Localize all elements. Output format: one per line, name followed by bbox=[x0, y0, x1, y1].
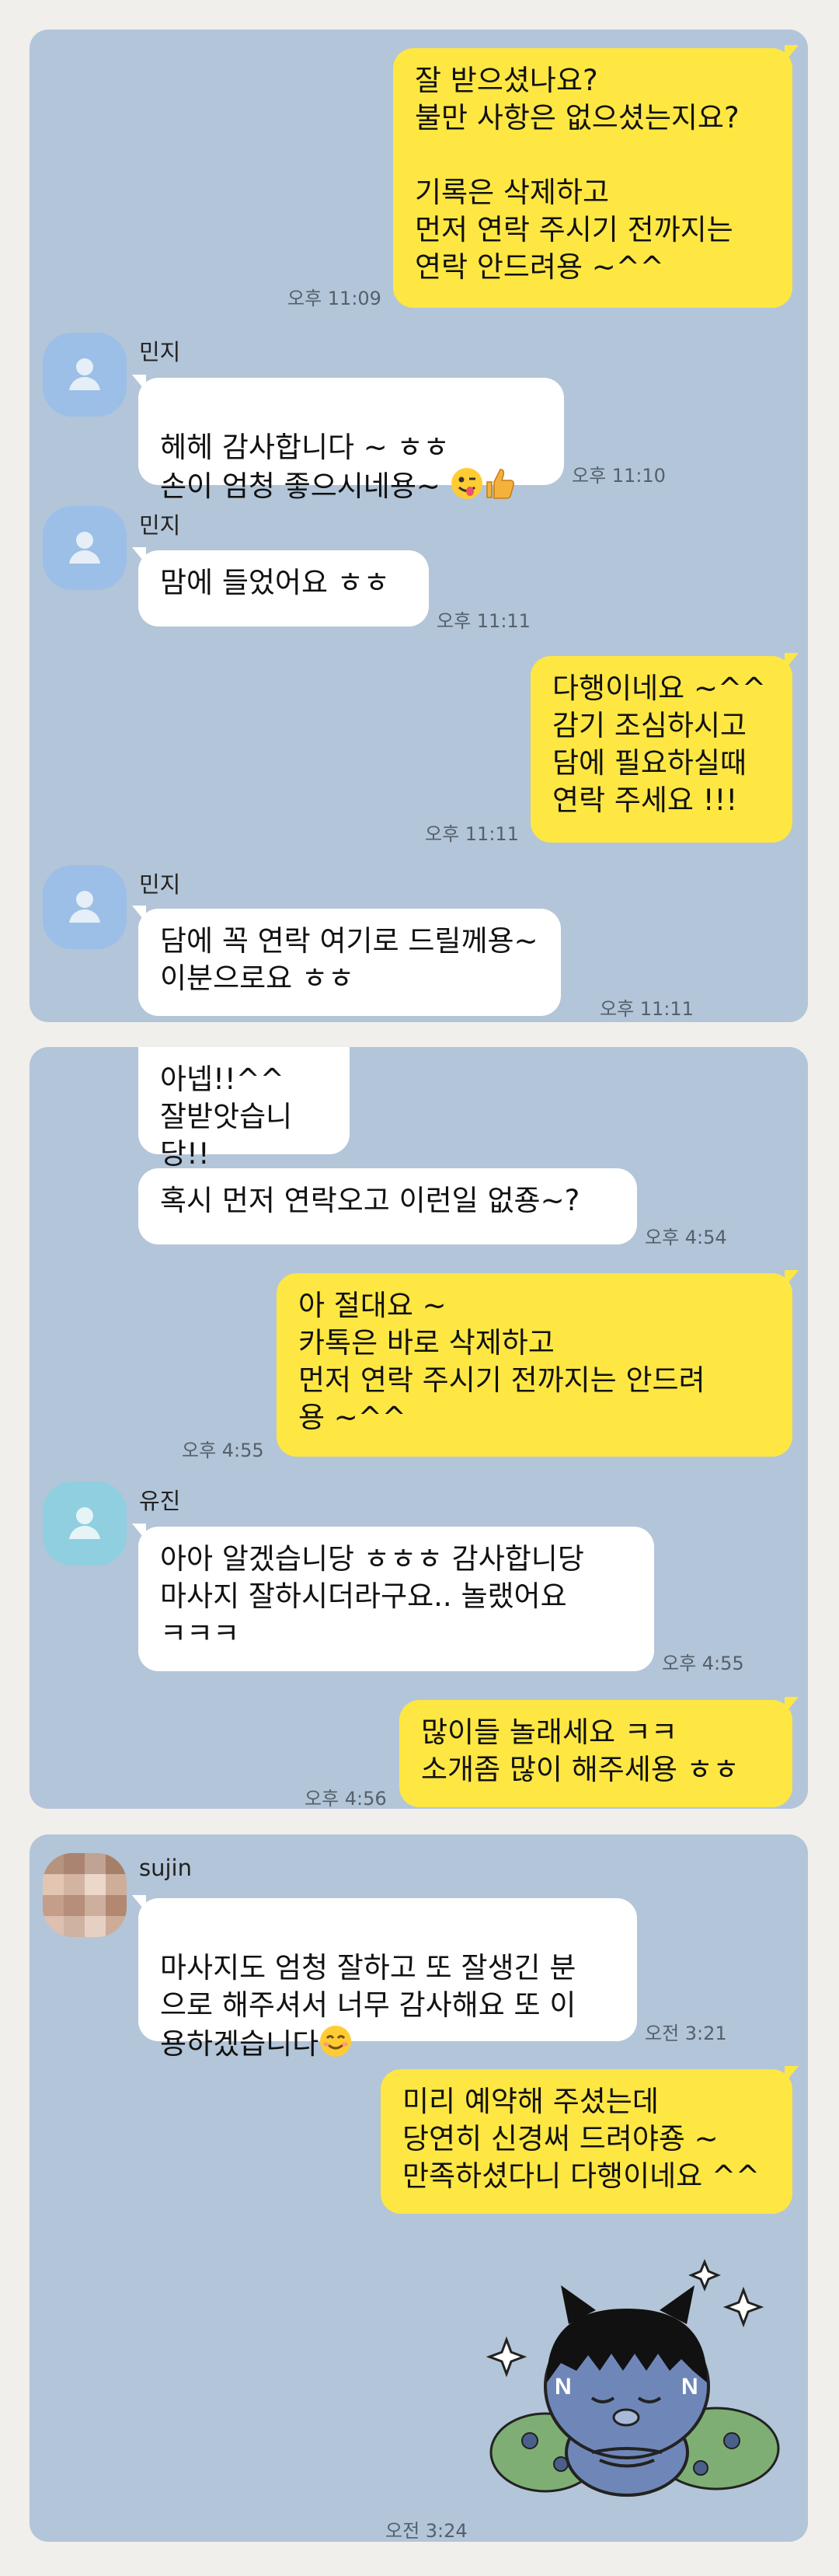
winking-tongue-emoji-icon bbox=[450, 466, 484, 510]
message-time: 오후 4:55 bbox=[662, 1653, 744, 1674]
incoming-message[interactable]: 마사지도 엄청 잘하고 또 잘생긴 분 으로 해주셔서 너무 감사해요 또 이 … bbox=[132, 1895, 637, 2061]
message-time: 오전 3:24 bbox=[385, 2520, 468, 2542]
outgoing-message[interactable]: 아 절대요 ~ 카톡은 바로 삭제하고 먼저 연락 주시기 전까지는 안드려 용… bbox=[277, 1270, 799, 1457]
avatar[interactable] bbox=[43, 506, 127, 590]
thumbs-up-emoji-icon bbox=[484, 466, 515, 510]
incoming-message[interactable]: 맘에 들었어요 ㅎㅎ bbox=[132, 547, 429, 627]
incoming-message[interactable]: 담에 꼭 연락 여기로 드릴께용~ 이분으로요 ㅎㅎ bbox=[132, 906, 561, 1016]
outgoing-message[interactable]: 잘 받으셨나요? 불만 사항은 없으셨는지요? 기록은 삭제하고 먼저 연락 주… bbox=[393, 45, 799, 308]
message-time: 오후 11:11 bbox=[437, 610, 531, 632]
incoming-message[interactable]: 아넵!!^^ 잘받앗습니당!! bbox=[138, 1047, 350, 1171]
message-time: 오전 3:21 bbox=[645, 2023, 727, 2044]
sender-name: 민지 bbox=[139, 339, 181, 365]
avatar[interactable] bbox=[43, 333, 127, 417]
incoming-message[interactable]: 혹시 먼저 연락오고 이런일 없죵~? bbox=[138, 1168, 637, 1244]
message-time: 오후 11:09 bbox=[287, 288, 381, 309]
sender-name: 민지 bbox=[139, 512, 181, 539]
smiling-emoji-icon bbox=[319, 2024, 353, 2068]
sender-name: 유진 bbox=[139, 1488, 181, 1514]
incoming-message[interactable]: 아아 알겠습니당 ㅎㅎㅎ 감사합니당 마사지 잘하시더라구요.. 놀랬어요 ㅋㅋ… bbox=[132, 1524, 654, 1671]
message-time: 오후 11:11 bbox=[425, 823, 519, 845]
svg-text:N: N bbox=[681, 2374, 698, 2400]
avatar[interactable] bbox=[43, 1482, 127, 1565]
chat-panel-1: 잘 받으셨나요? 불만 사항은 없으셨는지요? 기록은 삭제하고 먼저 연락 주… bbox=[30, 30, 808, 1022]
default-profile-icon bbox=[69, 358, 100, 390]
message-text: 마사지도 엄청 잘하고 또 잘생긴 분 으로 해주셔서 너무 감사해요 또 이 … bbox=[160, 1951, 576, 2061]
svg-text:N: N bbox=[555, 2374, 572, 2400]
incoming-message[interactable]: 헤헤 감사합니다 ~ ㅎㅎ 손이 엄청 좋으시네용~ bbox=[132, 375, 564, 503]
pixelated-photo bbox=[43, 1853, 127, 1937]
outgoing-message[interactable]: 많이들 놀래세요 ㅋㅋ 소개좀 많이 해주세용 ㅎㅎ bbox=[399, 1697, 799, 1807]
sender-name: 민지 bbox=[139, 871, 181, 898]
avatar[interactable] bbox=[43, 865, 127, 949]
default-profile-icon bbox=[69, 532, 100, 564]
default-profile-icon bbox=[69, 1507, 100, 1539]
chat-panel-3: sujin 마사지도 엄청 잘하고 또 잘생긴 분 으로 해주셔서 너무 감사해… bbox=[30, 1834, 808, 2542]
message-time: 오후 11:11 bbox=[600, 998, 694, 1020]
sender-name: sujin bbox=[139, 1855, 192, 1881]
message-time: 오후 11:10 bbox=[572, 465, 666, 487]
message-time: 오후 4:56 bbox=[305, 1788, 387, 1809]
outgoing-message[interactable]: 미리 예약해 주셨는데 당연히 신경써 드려야죵 ~ 만족하셨다니 다행이네요 … bbox=[381, 2066, 799, 2214]
message-time: 오후 4:55 bbox=[182, 1440, 264, 1461]
chat-panel-2: 아넵!!^^ 잘받앗습니당!! 혹시 먼저 연락오고 이런일 없죵~? 오후 4… bbox=[30, 1047, 808, 1809]
message-text: 헤헤 감사합니다 ~ ㅎㅎ 손이 엄청 좋으시네용~ bbox=[160, 431, 450, 503]
cat-sticker-icon[interactable]: N N bbox=[483, 2254, 808, 2503]
default-profile-icon bbox=[69, 891, 100, 923]
message-time: 오후 4:54 bbox=[645, 1227, 727, 1248]
outgoing-message[interactable]: 다행이네요 ~^^ 감기 조심하시고 담에 필요하실때 연락 주세요 !!! bbox=[531, 653, 799, 843]
profile-photo-avatar[interactable] bbox=[43, 1853, 127, 1937]
